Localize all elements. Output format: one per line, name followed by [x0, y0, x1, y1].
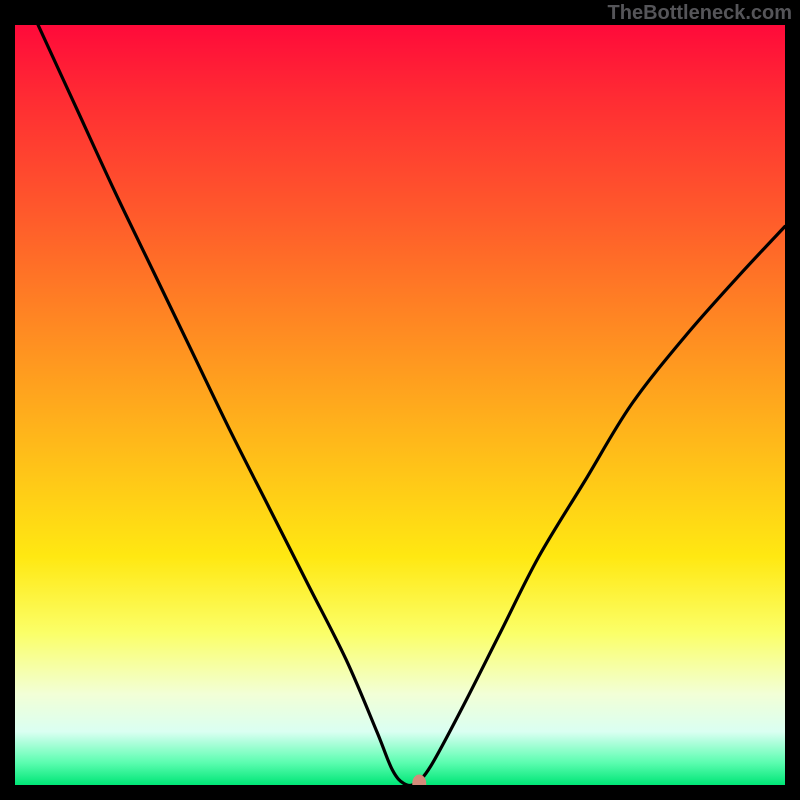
plot-area [15, 25, 785, 785]
chart-container: TheBottleneck.com [0, 0, 800, 800]
watermark-text: TheBottleneck.com [608, 2, 792, 25]
bottleneck-curve [38, 25, 785, 785]
optimum-marker [412, 774, 426, 785]
curve-svg [15, 25, 785, 785]
